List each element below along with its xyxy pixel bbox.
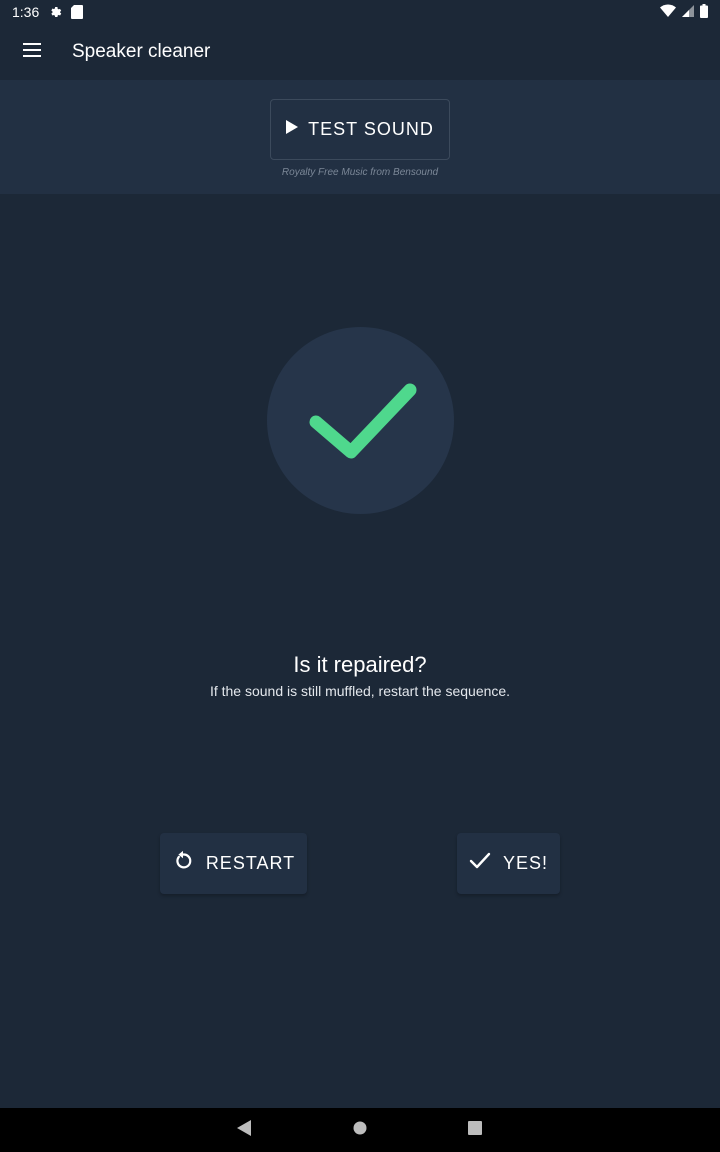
app-bar: Speaker cleaner	[0, 24, 720, 80]
home-icon	[353, 1121, 367, 1140]
status-bar: 1:36	[0, 0, 720, 24]
test-sound-button[interactable]: TEST SOUND	[270, 99, 450, 160]
check-icon	[469, 852, 491, 875]
sd-card-icon	[71, 5, 84, 19]
yes-label: YES!	[502, 853, 549, 873]
wifi-icon	[660, 4, 676, 21]
checkmark-icon	[296, 368, 426, 473]
repair-question: Is it repaired?	[293, 652, 427, 677]
home-button[interactable]	[330, 1108, 390, 1152]
recents-button[interactable]	[445, 1108, 505, 1152]
test-sound-panel: TEST SOUND Royalty Free Music from Benso…	[0, 80, 720, 194]
back-button[interactable]	[214, 1108, 274, 1152]
restart-label: RESTART	[205, 853, 296, 873]
play-icon	[286, 120, 299, 139]
yes-button[interactable]: YES!	[457, 833, 560, 894]
screen: 1:36 Speaker cleaner TEST SOUND Royalty …	[0, 0, 720, 1152]
repair-hint: If the sound is still muffled, restart t…	[209, 683, 511, 699]
gear-icon	[49, 5, 63, 19]
signal-icon	[682, 4, 694, 20]
restart-button[interactable]: RESTART	[160, 833, 307, 894]
app-title: Speaker cleaner	[72, 41, 211, 62]
menu-icon	[23, 42, 41, 62]
restart-icon	[172, 850, 194, 877]
navigation-bar	[0, 1108, 720, 1152]
battery-icon	[700, 3, 708, 21]
recents-icon	[468, 1120, 482, 1140]
menu-button[interactable]	[0, 24, 64, 80]
back-icon	[237, 1119, 251, 1141]
status-right-icons	[660, 3, 708, 21]
test-sound-label: TEST SOUND	[308, 119, 434, 139]
music-credit: Royalty Free Music from Bensound	[281, 167, 439, 178]
success-circle	[267, 327, 454, 514]
status-time: 1:36	[12, 4, 40, 20]
